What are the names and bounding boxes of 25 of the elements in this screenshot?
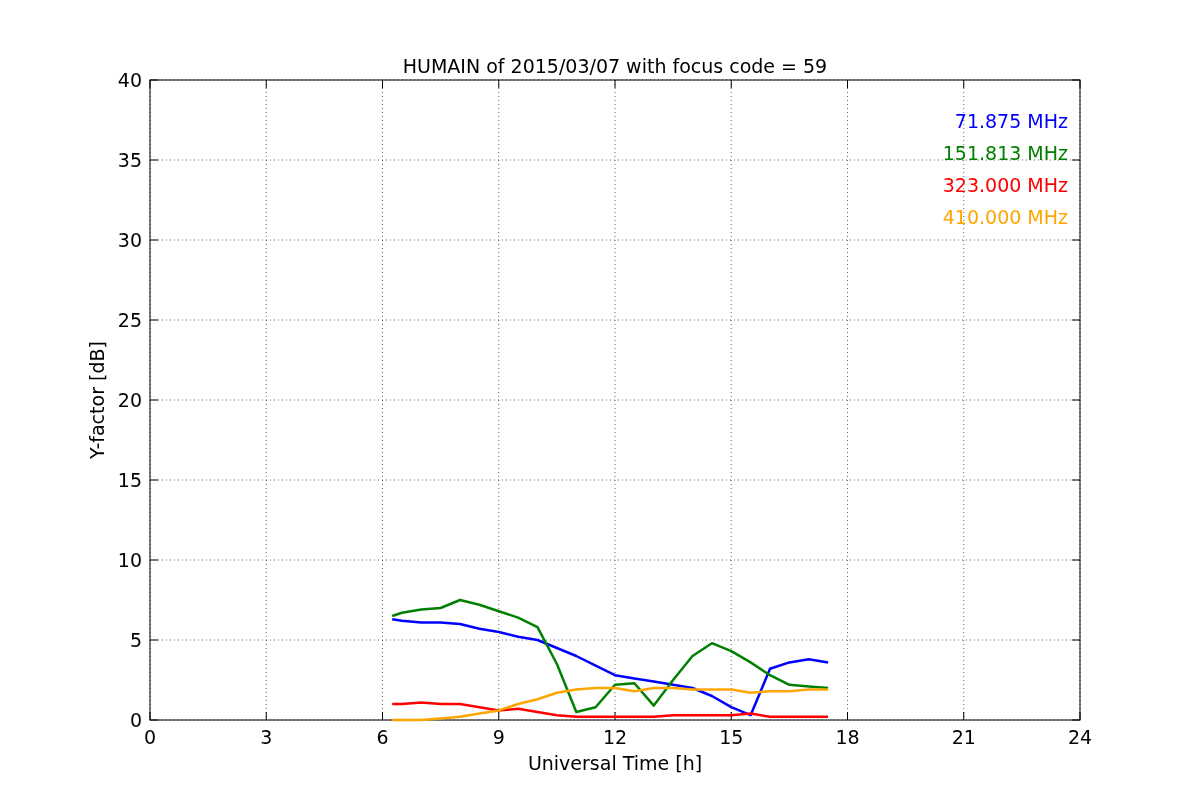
legend-label: 71.875 MHz — [954, 110, 1068, 132]
legend-label: 151.813 MHz — [942, 142, 1068, 164]
x-tick-label: 0 — [143, 726, 157, 748]
y-tick-label: 20 — [117, 389, 142, 411]
x-axis-label: Universal Time [h] — [527, 752, 703, 774]
x-tick-label: 3 — [260, 726, 273, 748]
y-tick-label: 25 — [117, 309, 142, 331]
y-tick-label: 0 — [129, 709, 142, 731]
x-tick-label: 18 — [835, 726, 860, 748]
x-tick-label: 12 — [602, 726, 628, 748]
y-tick-label: 10 — [117, 549, 142, 571]
x-tick-label: 15 — [719, 726, 744, 748]
legend-label: 410.000 MHz — [942, 206, 1068, 228]
x-tick-label: 6 — [376, 726, 389, 748]
x-tick-label: 21 — [951, 726, 976, 748]
legend-label: 323.000 MHz — [942, 174, 1068, 196]
x-tick-label: 9 — [492, 726, 505, 748]
y-tick-label: 15 — [117, 469, 142, 491]
y-tick-label: 30 — [117, 229, 142, 251]
y-tick-label: 5 — [129, 629, 142, 651]
y-tick-label: 35 — [117, 149, 142, 171]
y-tick-label: 40 — [117, 69, 142, 91]
y-axis-label: Y-factor [dB] — [86, 341, 108, 459]
x-tick-label: 24 — [1067, 726, 1093, 748]
chart-title: HUMAIN of 2015/03/07 with focus code = 59 — [402, 55, 828, 77]
